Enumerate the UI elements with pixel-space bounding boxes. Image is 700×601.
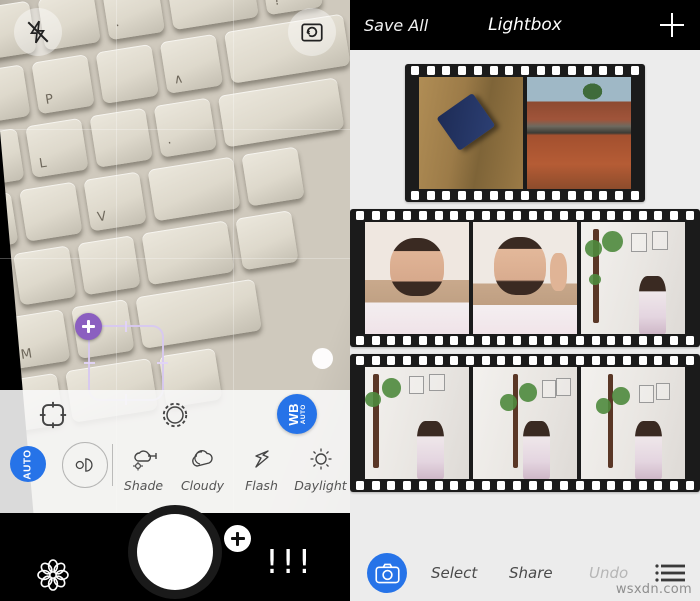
lightbox-panel: Save All Lightbox Select Share Undo wsxd…	[350, 0, 700, 601]
photo-selfie-pout[interactable]	[365, 222, 469, 334]
open-camera-button[interactable]	[367, 553, 407, 593]
photo-selfie-peace[interactable]	[473, 222, 577, 334]
camera-flip-icon	[301, 23, 323, 42]
wb-option-label: Flash	[245, 478, 278, 493]
wb-option-shade[interactable]: Shade	[114, 442, 173, 493]
photo-sd-card[interactable]	[419, 77, 523, 189]
select-button[interactable]: Select	[431, 564, 477, 582]
watermark: wsxdn.com	[615, 582, 692, 597]
flash-bolt-icon	[254, 450, 269, 468]
sun-icon	[310, 448, 331, 470]
page-title: Lightbox	[488, 15, 562, 35]
wb-auto-button[interactable]: AUTO	[10, 446, 46, 482]
photo-wall-c[interactable]	[581, 367, 685, 479]
wb-option-label: Cloudy	[180, 478, 225, 493]
wb-label: WB	[285, 402, 301, 426]
shutter-button[interactable]	[128, 505, 222, 599]
list-icon[interactable]	[654, 563, 686, 583]
levels-icon[interactable]: !!!	[265, 545, 314, 578]
photo-roof[interactable]	[527, 77, 631, 189]
photo-wall-side[interactable]	[581, 222, 685, 334]
custom-white-balance-icon	[75, 458, 93, 472]
add-mode-button[interactable]	[224, 525, 251, 552]
flash-off-button[interactable]	[14, 8, 62, 56]
wb-option-label: Daylight	[294, 478, 347, 493]
filmstrip-3[interactable]	[350, 354, 700, 492]
photo-wall-b[interactable]	[473, 367, 577, 479]
share-button[interactable]: Share	[509, 564, 553, 582]
filmstrip-1[interactable]	[405, 64, 645, 202]
flash-off-icon	[27, 20, 49, 44]
photo-wall-a[interactable]	[365, 367, 469, 479]
shade-icon	[132, 450, 157, 471]
controls-row-primary: WB AUTO	[0, 390, 350, 442]
wb-option-label: Shade	[123, 478, 164, 493]
focus-square-icon[interactable]	[38, 400, 68, 430]
add-icon[interactable]	[660, 13, 684, 37]
cloud-icon	[191, 450, 213, 467]
white-balance-options: Shade Cloudy Flash Daylight	[114, 442, 350, 493]
camera-flip-button[interactable]	[288, 8, 336, 56]
exposure-circle-icon[interactable]	[160, 400, 190, 430]
filmstrip-2[interactable]	[350, 209, 700, 347]
undo-button[interactable]: Undo	[589, 564, 628, 582]
flower-effects-icon[interactable]	[33, 555, 73, 595]
filmstrip-list	[350, 50, 700, 492]
camera-icon	[374, 563, 400, 583]
wb-option-daylight[interactable]: Daylight	[291, 442, 350, 493]
white-balance-button[interactable]: WB AUTO	[277, 394, 317, 434]
controls-row-whitebalance: AUTO Shade Cloudy Flash Daylight	[0, 442, 350, 513]
wb-sub-label: AUTO	[299, 404, 307, 424]
camera-controls-panel: WB AUTO AUTO Shade Cloudy Flash Daylight	[0, 390, 350, 513]
wb-option-flash[interactable]: Flash	[232, 442, 291, 493]
wb-auto-label: AUTO	[22, 448, 34, 480]
wb-custom-button[interactable]	[62, 442, 108, 488]
lightbox-header: Save All Lightbox	[350, 0, 700, 50]
camera-panel: |·? 5P∧ ~OL· 9OV K M	[0, 0, 350, 601]
app-root: |·? 5P∧ ~OL· 9OV K M	[0, 0, 700, 601]
exposure-dot[interactable]	[312, 348, 333, 369]
wb-option-cloudy[interactable]: Cloudy	[173, 442, 232, 493]
exposure-handle[interactable]	[75, 313, 102, 340]
camera-viewfinder[interactable]: |·? 5P∧ ~OL· 9OV K M	[0, 0, 350, 513]
